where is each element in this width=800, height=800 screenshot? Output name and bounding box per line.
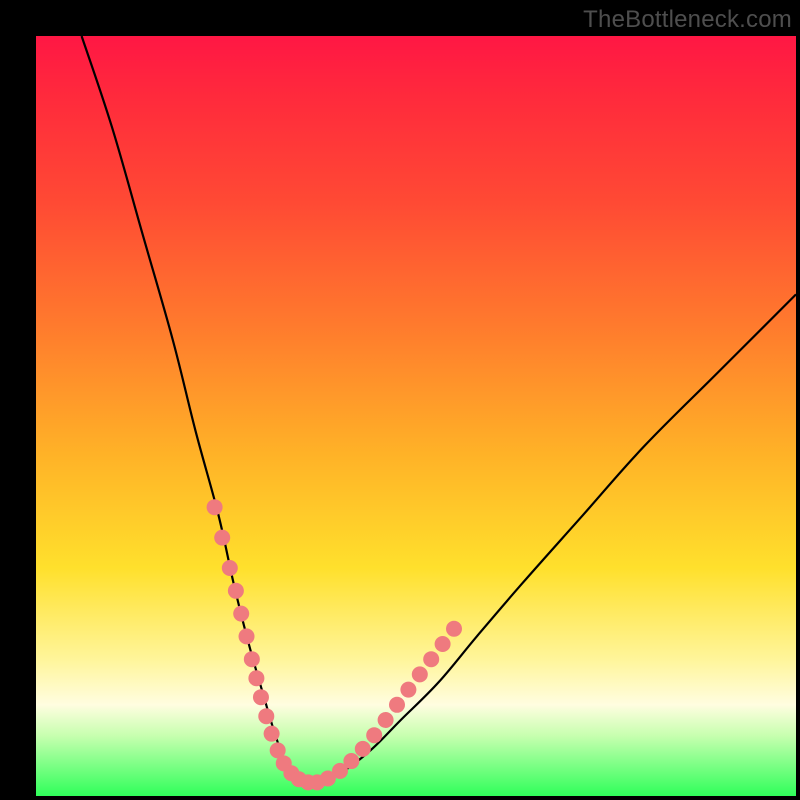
curve-svg [36, 36, 796, 796]
data-marker [214, 530, 230, 546]
bottleneck-curve [82, 36, 796, 782]
data-marker [435, 636, 451, 652]
data-marker [248, 670, 264, 686]
watermark-text: TheBottleneck.com [583, 6, 792, 34]
data-marker [233, 606, 249, 622]
data-marker [207, 499, 223, 515]
data-marker [222, 560, 238, 576]
data-marker [378, 712, 394, 728]
data-marker [239, 628, 255, 644]
data-marker [253, 689, 269, 705]
chart-frame: TheBottleneck.com [0, 0, 800, 800]
data-marker [264, 726, 280, 742]
data-marker [244, 651, 260, 667]
plot-area [36, 36, 796, 796]
data-marker [228, 583, 244, 599]
data-markers [207, 499, 462, 790]
data-marker [389, 697, 405, 713]
data-marker [446, 621, 462, 637]
data-marker [412, 666, 428, 682]
data-marker [258, 708, 274, 724]
data-marker [400, 682, 416, 698]
data-marker [423, 651, 439, 667]
data-marker [343, 753, 359, 769]
data-marker [355, 741, 371, 757]
data-marker [366, 727, 382, 743]
